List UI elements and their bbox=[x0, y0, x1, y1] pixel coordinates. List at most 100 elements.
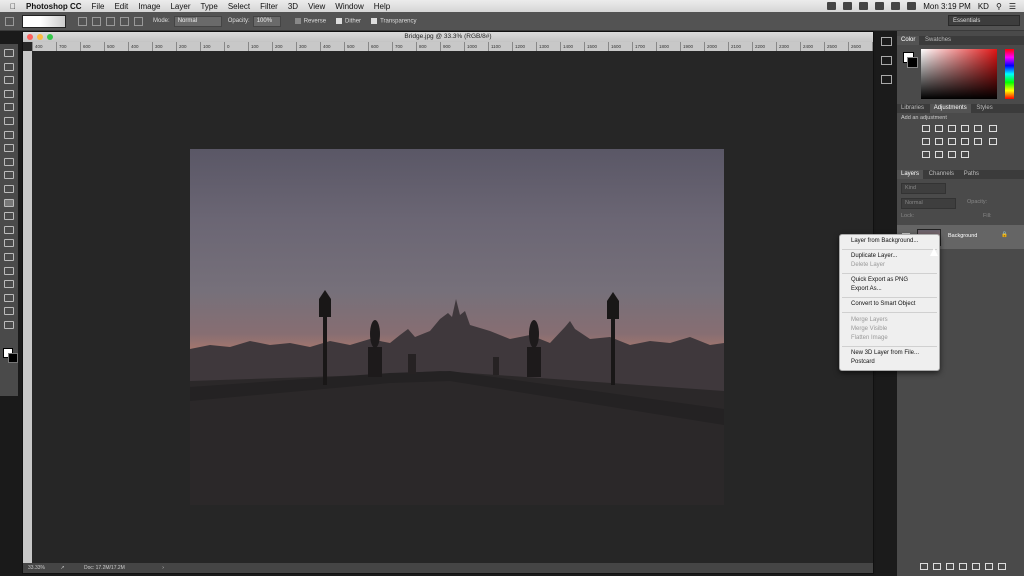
healing-tool-icon[interactable] bbox=[4, 130, 14, 139]
menu-file[interactable]: File bbox=[92, 2, 105, 11]
tab-layers[interactable]: Layers bbox=[897, 170, 924, 179]
pen-tool-icon[interactable] bbox=[4, 239, 14, 248]
posterize-icon[interactable] bbox=[921, 151, 930, 158]
workspace-select[interactable]: Essentials bbox=[948, 15, 1020, 26]
menu-edit[interactable]: Edit bbox=[114, 2, 128, 11]
eyedropper-tool-icon[interactable] bbox=[4, 116, 14, 125]
history-brush-tool-icon[interactable] bbox=[4, 171, 14, 180]
mask-icon[interactable] bbox=[945, 563, 954, 570]
marquee-tool-icon[interactable] bbox=[4, 62, 14, 71]
tab-channels[interactable]: Channels bbox=[925, 170, 958, 179]
volume-icon[interactable] bbox=[891, 2, 901, 10]
color-lookup-icon[interactable] bbox=[973, 138, 982, 145]
quick-select-tool-icon[interactable] bbox=[4, 89, 14, 98]
transparency-checkbox[interactable]: Transparency bbox=[371, 17, 417, 24]
levels-icon[interactable] bbox=[934, 125, 943, 132]
battery-icon[interactable] bbox=[907, 2, 917, 10]
properties-panel-icon[interactable] bbox=[881, 56, 892, 65]
kind-filter[interactable]: Kind bbox=[901, 183, 946, 194]
trash-icon[interactable] bbox=[997, 563, 1006, 570]
diamond-gradient-button[interactable] bbox=[134, 16, 143, 26]
new-layer-icon[interactable] bbox=[984, 563, 993, 570]
wifi-icon[interactable] bbox=[875, 2, 885, 10]
angle-gradient-button[interactable] bbox=[106, 16, 115, 26]
zoom-tool-icon[interactable] bbox=[4, 307, 14, 316]
paragraph-panel-icon[interactable] bbox=[881, 75, 892, 84]
background-color-swatch[interactable] bbox=[8, 353, 18, 363]
link-icon[interactable] bbox=[919, 563, 928, 570]
threshold-icon[interactable] bbox=[934, 151, 943, 158]
menu-item-postcard[interactable]: Postcard bbox=[851, 359, 875, 365]
vertical-ruler[interactable] bbox=[23, 51, 32, 563]
fx-icon[interactable] bbox=[932, 563, 941, 570]
adjustment-layer-icon[interactable] bbox=[958, 563, 967, 570]
menu-item-quick-export-png[interactable]: Quick Export as PNG bbox=[851, 277, 908, 283]
menu-help[interactable]: Help bbox=[374, 2, 390, 11]
color-balance-icon[interactable] bbox=[921, 138, 930, 145]
menu-3d[interactable]: 3D bbox=[288, 2, 298, 11]
gradient-map-icon[interactable] bbox=[947, 151, 956, 158]
shape-tool-icon[interactable] bbox=[4, 280, 14, 289]
reflected-gradient-button[interactable] bbox=[120, 16, 129, 26]
brush-tool-icon[interactable] bbox=[4, 144, 14, 153]
tab-styles[interactable]: Styles bbox=[972, 104, 996, 113]
share-icon[interactable]: ↗ bbox=[60, 565, 64, 571]
crop-tool-icon[interactable] bbox=[4, 103, 14, 112]
invert-icon[interactable] bbox=[988, 138, 997, 145]
menu-item-export-as[interactable]: Export As... bbox=[851, 286, 882, 292]
curves-icon[interactable] bbox=[947, 125, 956, 132]
apple-icon[interactable]:  bbox=[10, 2, 16, 11]
dodge-tool-icon[interactable] bbox=[4, 225, 14, 234]
zoom-window-button[interactable] bbox=[47, 34, 53, 40]
panel-background-swatch[interactable] bbox=[907, 57, 918, 68]
gradient-swatch[interactable] bbox=[22, 14, 66, 28]
menu-window[interactable]: Window bbox=[335, 2, 363, 11]
menu-item-duplicate-layer[interactable]: Duplicate Layer... bbox=[851, 253, 897, 259]
search-icon[interactable]: ⚲ bbox=[996, 2, 1002, 11]
brightness-icon[interactable] bbox=[921, 125, 930, 132]
tab-swatches[interactable]: Swatches bbox=[921, 36, 955, 45]
hue-slider[interactable] bbox=[1005, 49, 1014, 99]
gradient-tool-icon[interactable] bbox=[4, 198, 14, 207]
eraser-tool-icon[interactable] bbox=[4, 184, 14, 193]
hue-saturation-icon[interactable] bbox=[988, 125, 997, 132]
document-titlebar[interactable]: Bridge.jpg @ 33.3% (RGB/8#) bbox=[23, 32, 873, 42]
blur-tool-icon[interactable] bbox=[4, 212, 14, 221]
list-icon[interactable]: ☰ bbox=[1009, 2, 1016, 11]
channel-mixer-icon[interactable] bbox=[960, 138, 969, 145]
status-icon[interactable] bbox=[859, 2, 869, 10]
hand-tool-icon[interactable] bbox=[4, 293, 14, 302]
bridge-photo[interactable] bbox=[190, 149, 724, 505]
menubar-user[interactable]: KD bbox=[978, 2, 989, 11]
more-tools-icon[interactable] bbox=[4, 320, 14, 329]
path-select-tool-icon[interactable] bbox=[4, 266, 14, 275]
zoom-level[interactable]: 33.33% bbox=[28, 565, 45, 571]
move-tool-icon[interactable] bbox=[4, 49, 14, 57]
photo-filter-icon[interactable] bbox=[947, 138, 956, 145]
dither-checkbox[interactable]: Dither bbox=[336, 17, 361, 24]
tab-color[interactable]: Color bbox=[897, 36, 920, 45]
vibrance-icon[interactable] bbox=[973, 125, 982, 132]
menu-item-new-3d-layer[interactable]: New 3D Layer from File... bbox=[851, 350, 919, 356]
menu-app-name[interactable]: Photoshop CC bbox=[26, 2, 82, 11]
type-tool-icon[interactable] bbox=[4, 252, 14, 261]
blend-mode-select[interactable]: Normal bbox=[901, 198, 956, 209]
menu-item-layer-from-background[interactable]: Layer from Background... bbox=[851, 238, 918, 244]
exposure-icon[interactable] bbox=[960, 125, 969, 132]
doc-info[interactable]: Doc: 17.2M/17.2M bbox=[84, 565, 125, 571]
gradient-tool-icon[interactable] bbox=[5, 16, 14, 26]
menu-select[interactable]: Select bbox=[228, 2, 250, 11]
status-icon[interactable] bbox=[827, 2, 837, 10]
menu-type[interactable]: Type bbox=[200, 2, 217, 11]
color-picker-field[interactable] bbox=[921, 49, 997, 99]
black-white-icon[interactable] bbox=[934, 138, 943, 145]
tab-paths[interactable]: Paths bbox=[960, 170, 983, 179]
minimize-window-button[interactable] bbox=[37, 34, 43, 40]
menu-image[interactable]: Image bbox=[138, 2, 160, 11]
radial-gradient-button[interactable] bbox=[92, 16, 101, 26]
horizontal-ruler[interactable]: 400 700 600 500 400 300 200 100 0 100 200 300 400 500… bbox=[32, 42, 873, 51]
menu-view[interactable]: View bbox=[308, 2, 325, 11]
canvas-area[interactable] bbox=[32, 51, 873, 563]
layer-name[interactable]: Background bbox=[948, 233, 977, 239]
chevron-right-icon[interactable]: › bbox=[162, 565, 164, 571]
